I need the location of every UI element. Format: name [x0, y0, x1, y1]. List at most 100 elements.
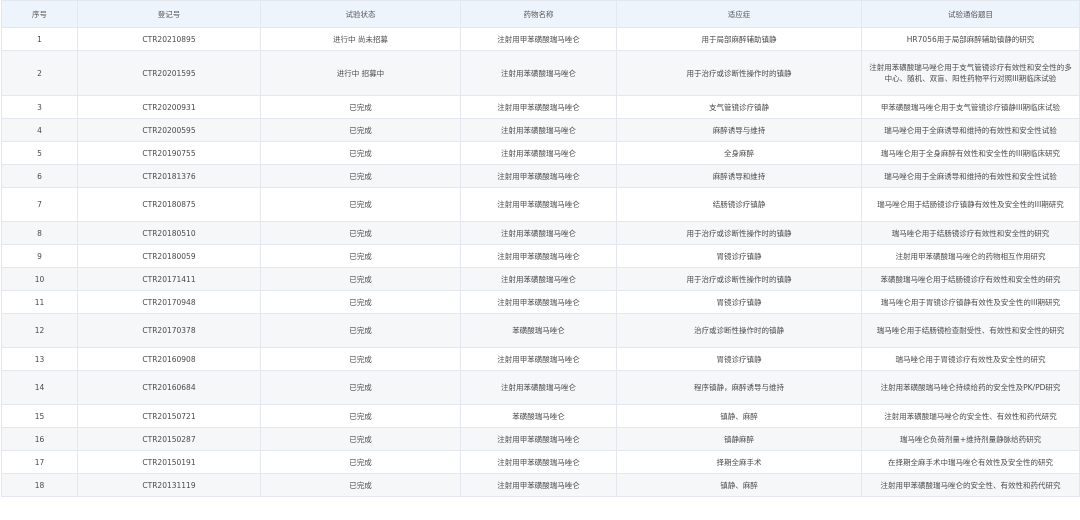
cell-trial-title: 注射用苯磺酸瑞马唑仑的安全性、有效性和药代研究 — [861, 404, 1080, 428]
cell-drug-name: 注射用甲苯磺酸瑞马唑仑 — [460, 290, 617, 314]
table-row: 17 CTR20150191 已完成 注射用甲苯磺酸瑞马唑仑 择期全麻手术 在择期全麻手术… — [1, 450, 1080, 474]
table-row: 9 CTR20180059 已完成 注射用甲苯磺酸瑞马唑仑 胃镜诊疗镇静 注射用甲苯磺酸瑞… — [1, 244, 1080, 268]
cell-drug-name: 注射用甲苯磺酸瑞马唑仑 — [460, 27, 617, 51]
cell-drug-name: 注射用甲苯磺酸瑞马唑仑 — [460, 427, 617, 451]
cell-serial-number: 6 — [1, 164, 78, 188]
header-trial-title: 试验通俗题目 — [861, 0, 1080, 28]
table-row: 8 CTR20180510 已完成 注射用苯磺酸瑞马唑仑 用于治疗或诊断性操作时的镇静瑞… — [1, 221, 1080, 245]
cell-drug-name: 注射用苯磺酸瑞马唑仑 — [460, 221, 617, 245]
cell-trial-title: 注射用苯磺酸瑞马唑仑持续给药的安全性及PK/PD研究 — [861, 370, 1080, 405]
cell-serial-number: 10 — [1, 267, 78, 291]
cell-registration-number: CTR20160908 — [77, 347, 261, 371]
table-row: 18 CTR20131119 已完成 注射用甲苯磺酸瑞马唑仑 镇静、麻醉 注射用甲苯磺酸瑞… — [1, 473, 1080, 497]
cell-trial-status: 已完成 — [260, 141, 461, 165]
cell-drug-name: 注射用苯磺酸瑞马唑仑 — [460, 50, 617, 96]
cell-serial-number: 2 — [1, 50, 78, 96]
cell-drug-name: 注射用甲苯磺酸瑞马唑仑 — [460, 244, 617, 268]
cell-indication: 用于治疗或诊断性操作时的镇静 — [616, 267, 862, 291]
cell-drug-name: 注射用甲苯磺酸瑞马唑仑 — [460, 473, 617, 497]
cell-trial-title: HR7056用于局部麻醉辅助镇静的研究 — [861, 27, 1080, 51]
cell-indication: 结肠镜诊疗镇静 — [616, 187, 862, 222]
cell-indication: 程序镇静，麻醉诱导与维持 — [616, 370, 862, 405]
cell-drug-name: 注射用甲苯磺酸瑞马唑仑 — [460, 95, 617, 119]
cell-indication: 镇静、麻醉 — [616, 473, 862, 497]
header-drug-name: 药物名称 — [460, 0, 617, 28]
cell-registration-number: CTR20150721 — [77, 404, 261, 428]
header-row: 序号 登记号 试验状态 药物名称 适应症 试验通俗题目 — [1, 0, 1080, 28]
table-row: 4 CTR20200595 已完成 注射用苯磺酸瑞马唑仑 麻醉诱导与维持 瑞马唑仑用于全麻… — [1, 118, 1080, 142]
cell-registration-number: CTR20180510 — [77, 221, 261, 245]
table-row: 14 CTR20160684 已完成 注射用苯磺酸瑞马唑仑 程序镇静，麻醉诱导与维持 注射… — [1, 370, 1080, 405]
cell-drug-name: 苯磺酸瑞马唑仑 — [460, 313, 617, 348]
cell-drug-name: 苯磺酸瑞马唑仑 — [460, 404, 617, 428]
cell-indication: 胃镜诊疗镇静 — [616, 347, 862, 371]
table-row: 13 CTR20160908 已完成 注射用甲苯磺酸瑞马唑仑 胃镜诊疗镇静 瑞马唑仑用于胃… — [1, 347, 1080, 371]
cell-trial-title: 在择期全麻手术中瑞马唑仑有效性及安全性的研究 — [861, 450, 1080, 474]
cell-trial-status: 已完成 — [260, 221, 461, 245]
header-trial-status: 试验状态 — [260, 0, 461, 28]
cell-trial-status: 已完成 — [260, 164, 461, 188]
cell-drug-name: 注射用苯磺酸瑞马唑仑 — [460, 370, 617, 405]
cell-registration-number: CTR20170378 — [77, 313, 261, 348]
cell-registration-number: CTR20170948 — [77, 290, 261, 314]
trial-table-container: 序号 登记号 试验状态 药物名称 适应症 试验通俗题目 1 CTR20210895… — [0, 0, 1080, 520]
table-row: 12 CTR20170378 已完成 苯磺酸瑞马唑仑 治疗或诊断性操作时的镇静 瑞马唑仑用… — [1, 313, 1080, 348]
cell-drug-name: 注射用苯磺酸瑞马唑仑 — [460, 141, 617, 165]
cell-trial-status: 已完成 — [260, 267, 461, 291]
cell-registration-number: CTR20210895 — [77, 27, 261, 51]
cell-trial-status: 已完成 — [260, 450, 461, 474]
table-row: 6 CTR20181376 已完成 注射用甲苯磺酸瑞马唑仑 麻醉诱导和维持 瑞马唑仑用于全… — [1, 164, 1080, 188]
cell-trial-status: 已完成 — [260, 370, 461, 405]
table-header: 序号 登记号 试验状态 药物名称 适应症 试验通俗题目 — [1, 0, 1080, 28]
cell-serial-number: 18 — [1, 473, 78, 497]
cell-serial-number: 8 — [1, 221, 78, 245]
table-row: 15 CTR20150721 已完成 苯磺酸瑞马唑仑 镇静、麻醉 注射用苯磺酸瑞马唑仑的安… — [1, 404, 1080, 428]
cell-registration-number: CTR20150287 — [77, 427, 261, 451]
cell-drug-name: 注射用苯磺酸瑞马唑仑 — [460, 267, 617, 291]
cell-trial-title: 瑞马唑仑用于全身麻醉有效性和安全性的III期临床研究 — [861, 141, 1080, 165]
table-row: 5 CTR20190755 已完成 注射用苯磺酸瑞马唑仑 全身麻醉 瑞马唑仑用于全身麻醉有… — [1, 141, 1080, 165]
clinical-trial-table: 序号 登记号 试验状态 药物名称 适应症 试验通俗题目 1 CTR20210895… — [1, 0, 1080, 497]
cell-drug-name: 注射用甲苯磺酸瑞马唑仑 — [460, 347, 617, 371]
cell-serial-number: 17 — [1, 450, 78, 474]
table-row: 10 CTR20171411 已完成 注射用苯磺酸瑞马唑仑 用于治疗或诊断性操作时的镇静… — [1, 267, 1080, 291]
table-body: 1 CTR20210895 进行中 尚未招募 注射用甲苯磺酸瑞马唑仑 用于局部麻醉辅助镇… — [1, 27, 1080, 497]
cell-registration-number: CTR20181376 — [77, 164, 261, 188]
cell-indication: 支气管镜诊疗镇静 — [616, 95, 862, 119]
cell-trial-status: 已完成 — [260, 313, 461, 348]
cell-indication: 胃镜诊疗镇静 — [616, 290, 862, 314]
table-row: 7 CTR20180875 已完成 注射用甲苯磺酸瑞马唑仑 结肠镜诊疗镇静 瑞马唑仑用于结… — [1, 187, 1080, 222]
cell-serial-number: 5 — [1, 141, 78, 165]
cell-trial-title: 瑞马唑仑用于结肠镜检查耐受性、有效性和安全性的研究 — [861, 313, 1080, 348]
cell-indication: 胃镜诊疗镇静 — [616, 244, 862, 268]
cell-serial-number: 15 — [1, 404, 78, 428]
cell-indication: 用于治疗或诊断性操作时的镇静 — [616, 221, 862, 245]
cell-serial-number: 9 — [1, 244, 78, 268]
header-indication: 适应症 — [616, 0, 862, 28]
cell-indication: 镇静、麻醉 — [616, 404, 862, 428]
cell-indication: 治疗或诊断性操作时的镇静 — [616, 313, 862, 348]
header-serial-number: 序号 — [1, 0, 78, 28]
cell-indication: 镇静麻醉 — [616, 427, 862, 451]
cell-trial-title: 苯磺酸瑞马唑仑用于结肠镜诊疗有效性和安全性的研究 — [861, 267, 1080, 291]
cell-serial-number: 13 — [1, 347, 78, 371]
cell-trial-status: 已完成 — [260, 187, 461, 222]
cell-trial-title: 注射用甲苯磺酸瑞马唑仑的安全性、有效性和药代研究 — [861, 473, 1080, 497]
cell-drug-name: 注射用苯磺酸瑞马唑仑 — [460, 118, 617, 142]
cell-serial-number: 14 — [1, 370, 78, 405]
cell-trial-status: 已完成 — [260, 404, 461, 428]
cell-drug-name: 注射用甲苯磺酸瑞马唑仑 — [460, 187, 617, 222]
cell-trial-title: 甲苯磺酸瑞马唑仑用于支气管镜诊疗镇静III期临床试验 — [861, 95, 1080, 119]
cell-trial-status: 已完成 — [260, 118, 461, 142]
cell-registration-number: CTR20180059 — [77, 244, 261, 268]
cell-trial-status: 已完成 — [260, 427, 461, 451]
cell-serial-number: 12 — [1, 313, 78, 348]
cell-trial-title: 瑞马唑仑用于胃镜诊疗镇静有效性及安全性的III期研究 — [861, 290, 1080, 314]
cell-trial-status: 已完成 — [260, 473, 461, 497]
cell-drug-name: 注射用甲苯磺酸瑞马唑仑 — [460, 164, 617, 188]
cell-indication: 麻醉诱导与维持 — [616, 118, 862, 142]
cell-serial-number: 3 — [1, 95, 78, 119]
cell-drug-name: 注射用甲苯磺酸瑞马唑仑 — [460, 450, 617, 474]
table-row: 2 CTR20201595 进行中 招募中 注射用苯磺酸瑞马唑仑 用于治疗或诊断性操作时… — [1, 50, 1080, 96]
cell-trial-status: 进行中 招募中 — [260, 50, 461, 96]
